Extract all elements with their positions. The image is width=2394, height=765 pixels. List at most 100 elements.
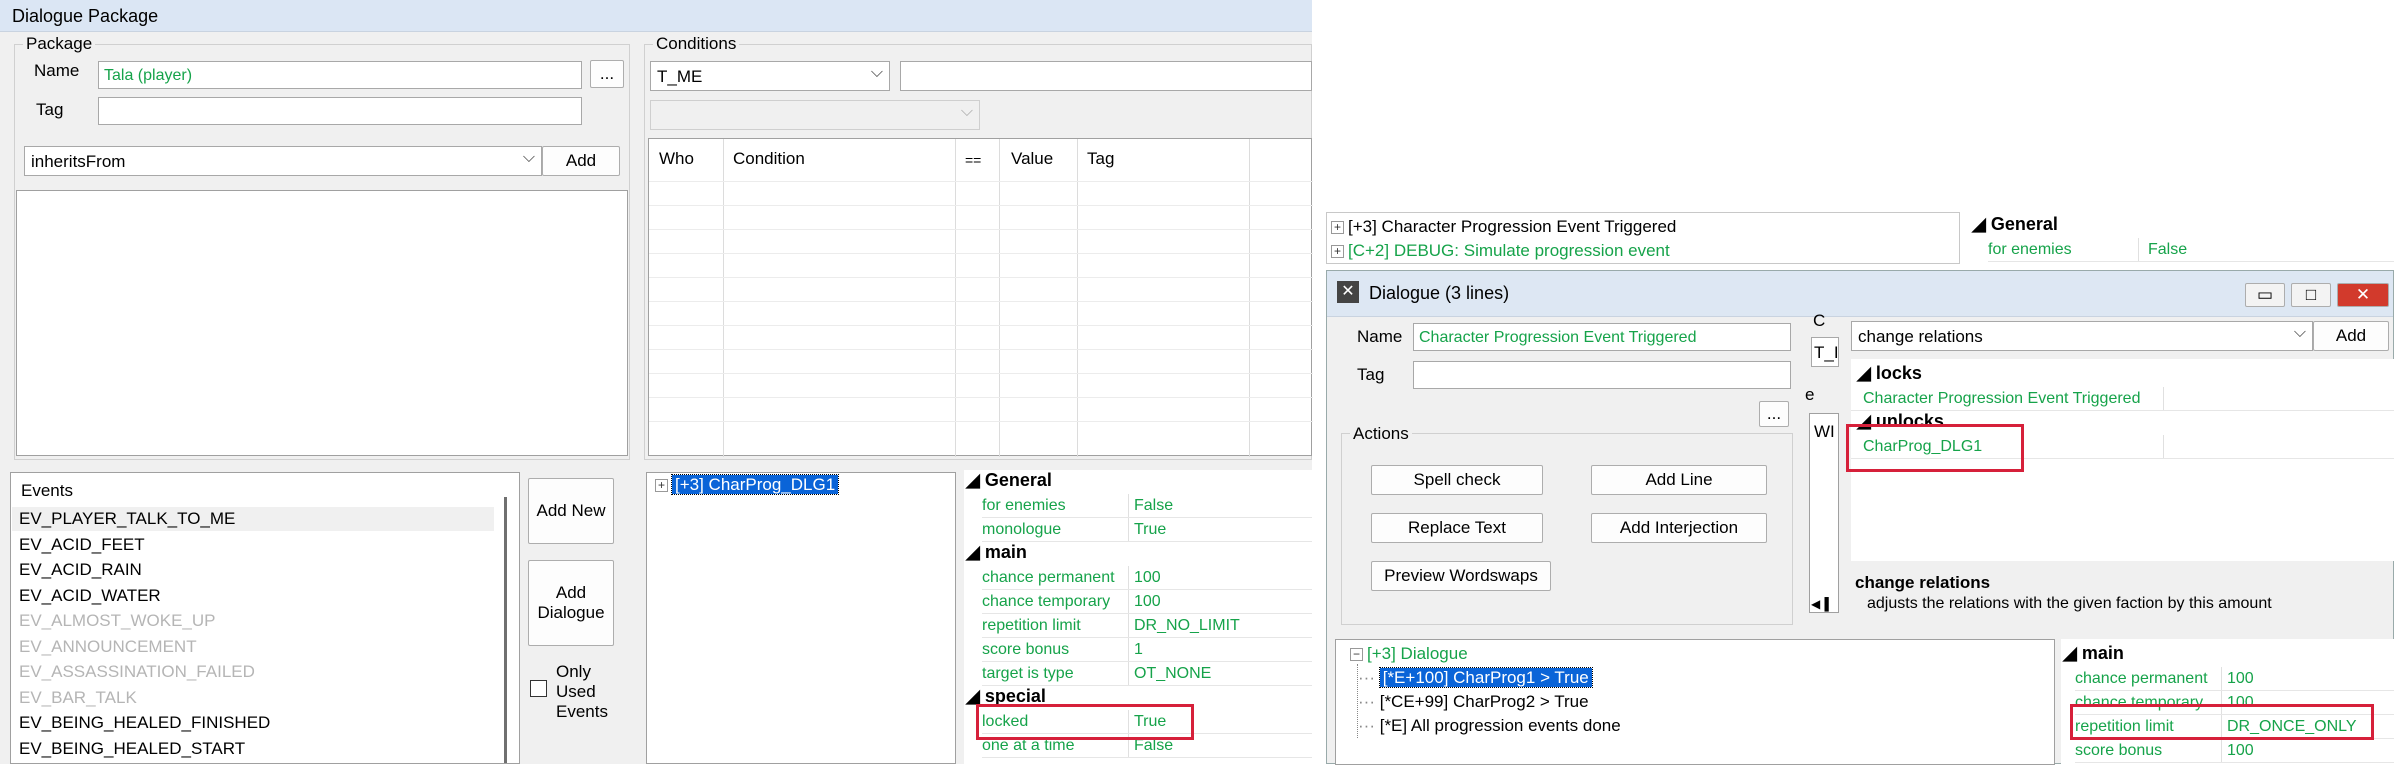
general-category: ◢ General: [966, 470, 1052, 490]
minimize-button[interactable]: ▭: [2245, 283, 2285, 307]
locks-row[interactable]: Character Progression Event Triggered: [1851, 387, 2394, 411]
package-group-label: Package: [23, 34, 96, 54]
dialogue-tree[interactable]: + [+3] CharProg_DLG1: [646, 472, 956, 764]
maximize-button[interactable]: □: [2291, 283, 2331, 307]
grid-row-line: [649, 181, 1313, 182]
scroll-left-arrow[interactable]: ◀▐: [1811, 597, 1829, 611]
events-scrollbar[interactable]: [504, 497, 507, 763]
add-interjection-button[interactable]: Add Interjection: [1591, 513, 1767, 543]
prop-row[interactable]: chance temporary 100: [982, 590, 1312, 614]
collapse-icon[interactable]: −: [1350, 648, 1363, 662]
col-equals[interactable]: ==: [965, 152, 981, 168]
prop-value: True: [1134, 521, 1167, 538]
background-tree[interactable]: + [+3] Character Progression Event Trigge…: [1326, 212, 1960, 264]
add-new-button[interactable]: Add New: [528, 478, 614, 544]
event-item[interactable]: EV_PLAYER_TALK_TO_ME: [19, 509, 235, 529]
inherits-from-combo[interactable]: inheritsFrom ⌵: [24, 146, 542, 176]
conditions-c-label: C: [1813, 311, 1826, 330]
line-prop-row[interactable]: chance permanent 100: [2075, 667, 2394, 691]
event-item[interactable]: EV_BEING_HEALED_FINISHED: [19, 713, 270, 733]
event-item[interactable]: EV_BEING_HEALED_START: [19, 739, 245, 759]
dlg-condition-combo[interactable]: T_I: [1811, 337, 1839, 367]
browse-button[interactable]: ...: [590, 60, 624, 88]
effect-type-combo[interactable]: change relations ⌵: [1851, 321, 2313, 351]
effect-description-panel: change relations adjusts the relations w…: [1851, 571, 2394, 625]
prop-value: DR_NO_LIMIT: [1134, 617, 1240, 634]
event-item[interactable]: EV_ALMOST_WOKE_UP: [19, 611, 216, 631]
app-icon: ✕: [1337, 281, 1359, 303]
add-line-button[interactable]: Add Line: [1591, 465, 1767, 495]
col-condition[interactable]: Condition: [733, 149, 805, 169]
dlg-condition-value: T_I: [1814, 343, 1839, 362]
tree-child-line[interactable]: ··· [*CE+99] CharProg2 > True: [1358, 692, 1589, 712]
bg-prop-row[interactable]: for enemies False: [1988, 238, 2394, 262]
expand-icon[interactable]: +: [655, 479, 668, 493]
tag-field[interactable]: [98, 97, 582, 125]
col-value[interactable]: Value: [1011, 149, 1053, 169]
grid-row-line: [649, 253, 1313, 254]
condition-text-field[interactable]: [900, 61, 1312, 91]
events-list[interactable]: Events EV_PLAYER_TALK_TO_ME EV_ACID_FEET E…: [10, 472, 520, 764]
only-used-events-checkbox[interactable]: [530, 680, 547, 697]
tree-child-line[interactable]: ··· [*E] All progression events done: [1358, 716, 1621, 736]
tree-item-charprog-dlg1[interactable]: + [+3] CharProg_DLG1: [655, 474, 840, 495]
spell-check-button[interactable]: Spell check: [1371, 465, 1543, 495]
replace-text-button[interactable]: Replace Text: [1371, 513, 1543, 543]
col-tag[interactable]: Tag: [1087, 149, 1114, 169]
tree-child-line[interactable]: ··· [*E+100] CharProg1 > True: [1358, 667, 1593, 688]
event-item[interactable]: EV_ANNOUNCEMENT: [19, 637, 197, 657]
expand-icon[interactable]: +: [1331, 221, 1344, 235]
bg-general-category: ◢ General: [1972, 214, 2058, 234]
condition-target-combo[interactable]: T_ME ⌵: [650, 61, 890, 91]
dialogue-titlebar: ✕ Dialogue (3 lines) ▭ □ ✕: [1327, 271, 2393, 317]
effect-add-button[interactable]: Add: [2313, 321, 2389, 351]
grid-row-line: [649, 301, 1313, 302]
inherits-add-button[interactable]: Add: [542, 146, 620, 176]
dlg-browse-button[interactable]: ...: [1759, 401, 1789, 427]
line-property-grid[interactable]: ◢ main chance permanent 100 chance tempora…: [2061, 639, 2394, 765]
prop-key: score bonus: [982, 641, 1070, 658]
prop-row[interactable]: target is type OT_NONE: [982, 662, 1312, 686]
event-item[interactable]: EV_ACID_FEET: [19, 535, 145, 555]
dlg-name-field[interactable]: Character Progression Event Triggered: [1413, 323, 1791, 351]
col-divider: [1077, 139, 1078, 457]
prop-value: 100: [2227, 670, 2254, 687]
event-item[interactable]: EV_BAR_TALK: [19, 688, 137, 708]
prop-row[interactable]: score bonus 1: [982, 638, 1312, 662]
preview-wordswaps-button[interactable]: Preview Wordswaps: [1371, 561, 1551, 591]
prop-row[interactable]: monologue True: [982, 518, 1312, 542]
expand-icon[interactable]: +: [1331, 245, 1344, 259]
line-prop-row[interactable]: score bonus 100: [2075, 739, 2394, 763]
bg-tree-item[interactable]: + [C+2] DEBUG: Simulate progression event: [1331, 241, 1670, 261]
col-who[interactable]: Who: [659, 149, 694, 169]
add-dialogue-button[interactable]: Add Dialogue: [528, 560, 614, 646]
conditions-grid[interactable]: Who Condition == Value Tag: [648, 138, 1313, 457]
dialogue-title: Dialogue (3 lines): [1369, 283, 1510, 303]
actions-label: Actions: [1350, 424, 1412, 444]
effects-e-label: e: [1805, 385, 1815, 404]
name-field[interactable]: Tala (player): [98, 61, 582, 89]
background-property-grid[interactable]: ◢ General for enemies False: [1970, 212, 2394, 264]
bg-tree-item[interactable]: + [+3] Character Progression Event Trigge…: [1331, 217, 1676, 237]
tree-child-label: [*E+100] CharProg1 > True: [1378, 667, 1593, 688]
prop-key: score bonus: [2075, 742, 2163, 759]
tree-root-dialogue[interactable]: − [+3] Dialogue: [1350, 644, 1468, 664]
dialogue-lines-tree[interactable]: − [+3] Dialogue ··· [*E+100] CharProg1 > …: [1335, 639, 2055, 765]
prop-key: for enemies: [982, 497, 1066, 514]
event-item[interactable]: EV_ACID_RAIN: [19, 560, 142, 580]
tree-child-label: [*CE+99] CharProg2 > True: [1379, 692, 1589, 711]
prop-value: 100: [2227, 742, 2254, 759]
event-item[interactable]: EV_ASSASSINATION_FAILED: [19, 662, 255, 682]
event-item[interactable]: EV_ACID_WATER: [19, 586, 161, 606]
inherits-list[interactable]: [16, 190, 628, 456]
prop-value: 100: [1134, 569, 1161, 586]
prop-row[interactable]: chance permanent 100: [982, 566, 1312, 590]
dlg-tag-field[interactable]: [1413, 361, 1791, 389]
only-used-events-label: Only Used Events: [556, 662, 608, 721]
dlg-conditions-grid[interactable]: WI: [1809, 413, 1839, 613]
prop-row[interactable]: repetition limit DR_NO_LIMIT: [982, 614, 1312, 638]
grid-row-line: [649, 229, 1313, 230]
close-button[interactable]: ✕: [2337, 283, 2389, 307]
prop-row[interactable]: for enemies False: [982, 494, 1312, 518]
prop-key: target is type: [982, 665, 1074, 682]
